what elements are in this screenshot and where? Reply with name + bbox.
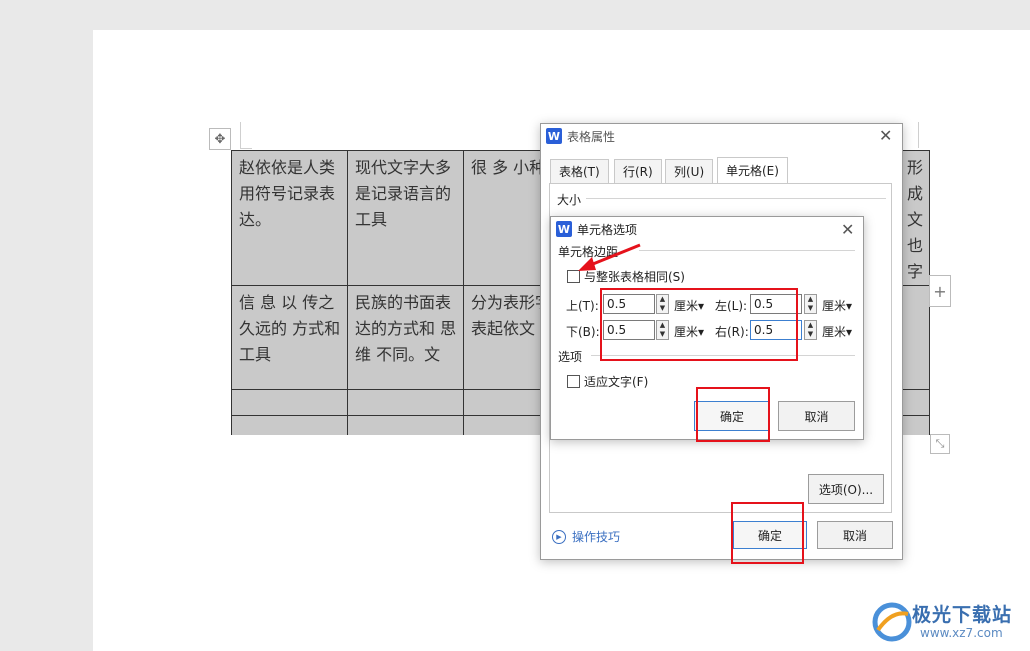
- annotation-layer: [578, 243, 641, 271]
- red-arrow-icon: [578, 243, 641, 271]
- watermark-logo-icon: [872, 602, 912, 642]
- watermark: 极光下载站 www.xz7.com: [870, 598, 1030, 648]
- watermark-url: www.xz7.com: [920, 626, 1003, 640]
- watermark-brand: 极光下载站: [912, 604, 1013, 626]
